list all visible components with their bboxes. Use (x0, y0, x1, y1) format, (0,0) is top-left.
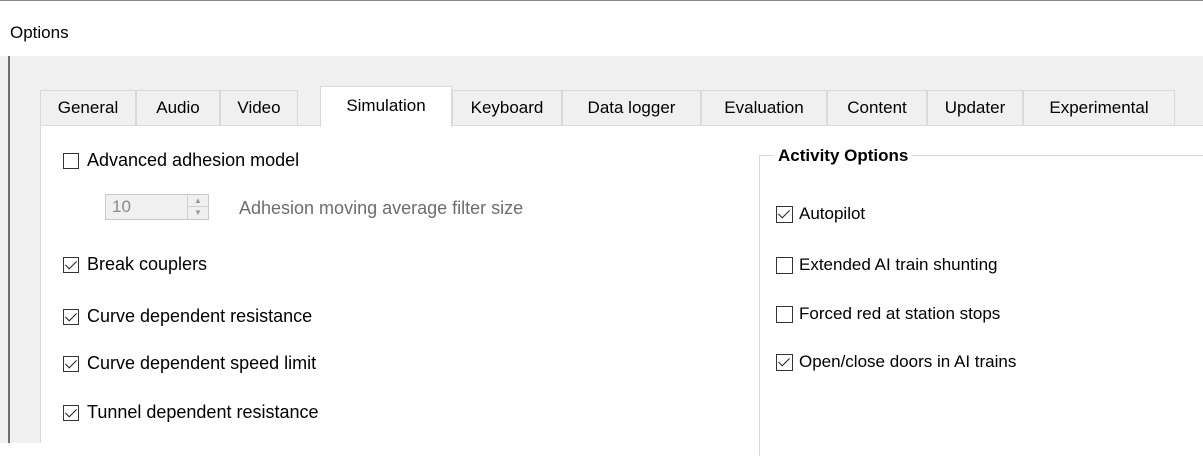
tunnel-resistance-option[interactable]: Tunnel dependent resistance (63, 402, 319, 423)
stepper-buttons: ▲ ▼ (187, 195, 208, 219)
forced-red-checkbox[interactable] (776, 305, 793, 323)
advanced-adhesion-checkbox[interactable] (63, 152, 79, 169)
break-couplers-label: Break couplers (87, 254, 208, 274)
title-bar: Options (0, 0, 1203, 56)
curve-speed-limit-option[interactable]: Curve dependent speed limit (63, 353, 316, 374)
extended-ai-shunting-option[interactable]: Extended AI train shunting (776, 255, 997, 275)
tab-data-logger[interactable]: Data logger (562, 90, 701, 125)
extended-ai-shunting-checkbox[interactable] (776, 256, 793, 274)
adhesion-filter-stepper[interactable]: 10 ▲ ▼ (105, 194, 209, 220)
forced-red-option[interactable]: Forced red at station stops (776, 304, 1000, 324)
autopilot-option[interactable]: Autopilot (776, 204, 865, 224)
open-close-doors-checkbox[interactable] (776, 353, 793, 371)
adhesion-filter-value: 10 (112, 197, 131, 216)
tunnel-resistance-label: Tunnel dependent resistance (87, 402, 319, 422)
window-border (8, 56, 10, 443)
advanced-adhesion-option[interactable]: Advanced adhesion model (63, 150, 299, 171)
curve-speed-limit-checkbox[interactable] (63, 355, 79, 372)
break-couplers-checkbox[interactable] (63, 256, 79, 273)
curve-resistance-label: Curve dependent resistance (87, 306, 313, 326)
tab-simulation[interactable]: Simulation (320, 86, 452, 127)
tab-updater[interactable]: Updater (927, 90, 1023, 125)
open-close-doors-option[interactable]: Open/close doors in AI trains (776, 352, 1016, 372)
adhesion-filter-label: Adhesion moving average filter size (239, 198, 524, 218)
tab-content[interactable]: Content (827, 90, 927, 125)
tab-experimental[interactable]: Experimental (1023, 90, 1175, 125)
tab-audio[interactable]: Audio (136, 90, 220, 125)
chevron-up-icon[interactable]: ▲ (188, 195, 208, 207)
window-title: Options (10, 23, 69, 42)
curve-resistance-checkbox[interactable] (63, 308, 79, 325)
autopilot-label: Autopilot (799, 204, 866, 223)
tab-keyboard[interactable]: Keyboard (452, 90, 562, 125)
tab-strip: General Audio Video Simulation Keyboard … (40, 86, 1203, 127)
simulation-panel: Advanced adhesion model 10 ▲ ▼ Adhesion … (40, 125, 1203, 456)
extended-ai-shunting-label: Extended AI train shunting (799, 255, 998, 274)
advanced-adhesion-label: Advanced adhesion model (87, 150, 300, 170)
options-window: Options General Audio Video Simulation K… (0, 0, 1203, 456)
forced-red-label: Forced red at station stops (799, 304, 1001, 323)
autopilot-checkbox[interactable] (776, 205, 793, 223)
chevron-down-icon[interactable]: ▼ (188, 207, 208, 219)
break-couplers-option[interactable]: Break couplers (63, 254, 207, 275)
open-close-doors-label: Open/close doors in AI trains (799, 352, 1017, 371)
curve-speed-limit-label: Curve dependent speed limit (87, 353, 317, 373)
activity-options-title: Activity Options (774, 146, 913, 166)
tab-evaluation[interactable]: Evaluation (701, 90, 827, 125)
tab-video[interactable]: Video (220, 90, 298, 125)
tab-general[interactable]: General (40, 90, 136, 125)
tunnel-resistance-checkbox[interactable] (63, 404, 79, 421)
curve-resistance-option[interactable]: Curve dependent resistance (63, 306, 312, 327)
